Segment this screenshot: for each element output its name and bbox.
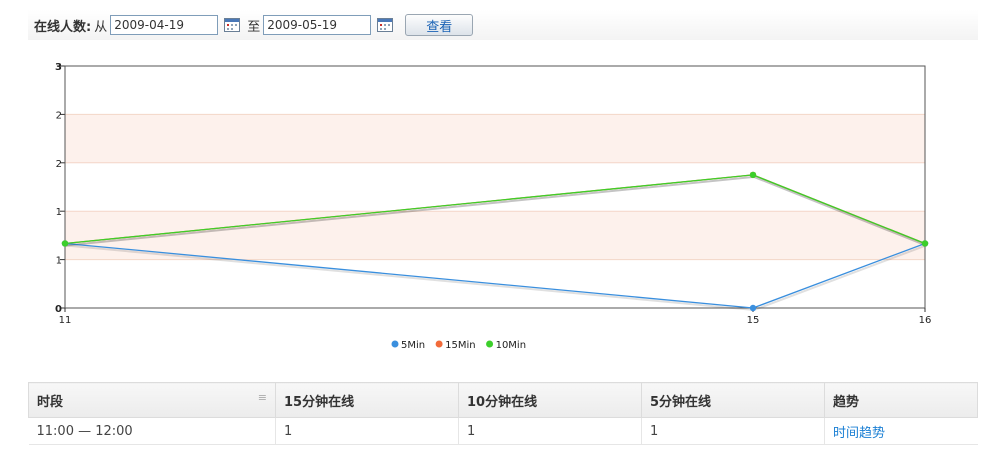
start-date-input[interactable]	[110, 15, 219, 35]
y-tick-label: 1	[56, 256, 62, 267]
cell-10min: 1	[458, 417, 642, 445]
chart-band	[65, 114, 925, 163]
column-header-5min[interactable]: 5分钟在线	[641, 382, 825, 418]
column-header-15min[interactable]: 15分钟在线	[275, 382, 459, 418]
filter-bar: 在线人数: 从 至 查看	[28, 10, 978, 40]
cell-15min: 1	[275, 417, 459, 445]
column-header-trend[interactable]: 趋势	[824, 382, 978, 418]
cell-5min: 1	[641, 417, 825, 445]
legend-label-10Min: 10Min	[496, 340, 526, 351]
online-count-label: 在线人数:	[34, 19, 92, 35]
chart-band	[65, 211, 925, 260]
data-point-10Min	[749, 171, 757, 179]
to-label: 至	[247, 19, 261, 35]
end-date-input[interactable]	[263, 15, 372, 35]
legend-marker-10Min	[486, 340, 494, 348]
x-tick-label: 11	[59, 315, 72, 326]
y-tick-label: 1	[56, 207, 62, 218]
online-stats-table: 时段 ≡ 15分钟在线 10分钟在线 5分钟在线 趋势 11:00 — 12:00…	[28, 382, 978, 445]
from-label: 从	[94, 19, 108, 35]
online-users-chart: 0 1 1 2 2 3 11 15 16 5Min 15Min 10Min	[28, 50, 978, 370]
column-menu-icon[interactable]: ≡	[258, 391, 267, 404]
legend-marker-5Min	[391, 340, 399, 348]
calendar-icon[interactable]	[377, 18, 394, 32]
legend-label-15Min: 15Min	[445, 340, 475, 351]
line-chart: 01122311 15 165Min 15Min 10Min	[55, 62, 932, 351]
data-point-10Min	[921, 240, 929, 247]
y-tick-label: 2	[56, 159, 62, 170]
column-header-period[interactable]: 时段 ≡	[28, 382, 276, 418]
time-trend-link[interactable]: 时间趋势	[833, 426, 885, 441]
cell-trend: 时间趋势	[824, 417, 978, 445]
column-header-10min[interactable]: 10分钟在线	[458, 382, 642, 418]
calendar-icon[interactable]	[224, 18, 241, 32]
x-tick-label: 16	[919, 315, 932, 326]
data-point-5Min	[749, 304, 757, 312]
table-header-row: 时段 ≡ 15分钟在线 10分钟在线 5分钟在线 趋势	[28, 382, 978, 418]
legend-label-5Min: 5Min	[401, 340, 425, 351]
x-tick-label: 15	[747, 315, 760, 326]
data-point-10Min	[61, 240, 69, 247]
plot-frame	[64, 65, 926, 309]
y-tick-label: 3	[55, 62, 62, 73]
table-row: 11:00 — 12:00 1 1 1 时间趋势	[28, 417, 978, 445]
view-button[interactable]: 查看	[405, 14, 474, 36]
cell-period: 11:00 — 12:00	[28, 417, 276, 445]
y-tick-label: 0	[55, 304, 62, 315]
legend-marker-15Min	[435, 340, 443, 348]
y-tick-label: 2	[56, 110, 62, 121]
